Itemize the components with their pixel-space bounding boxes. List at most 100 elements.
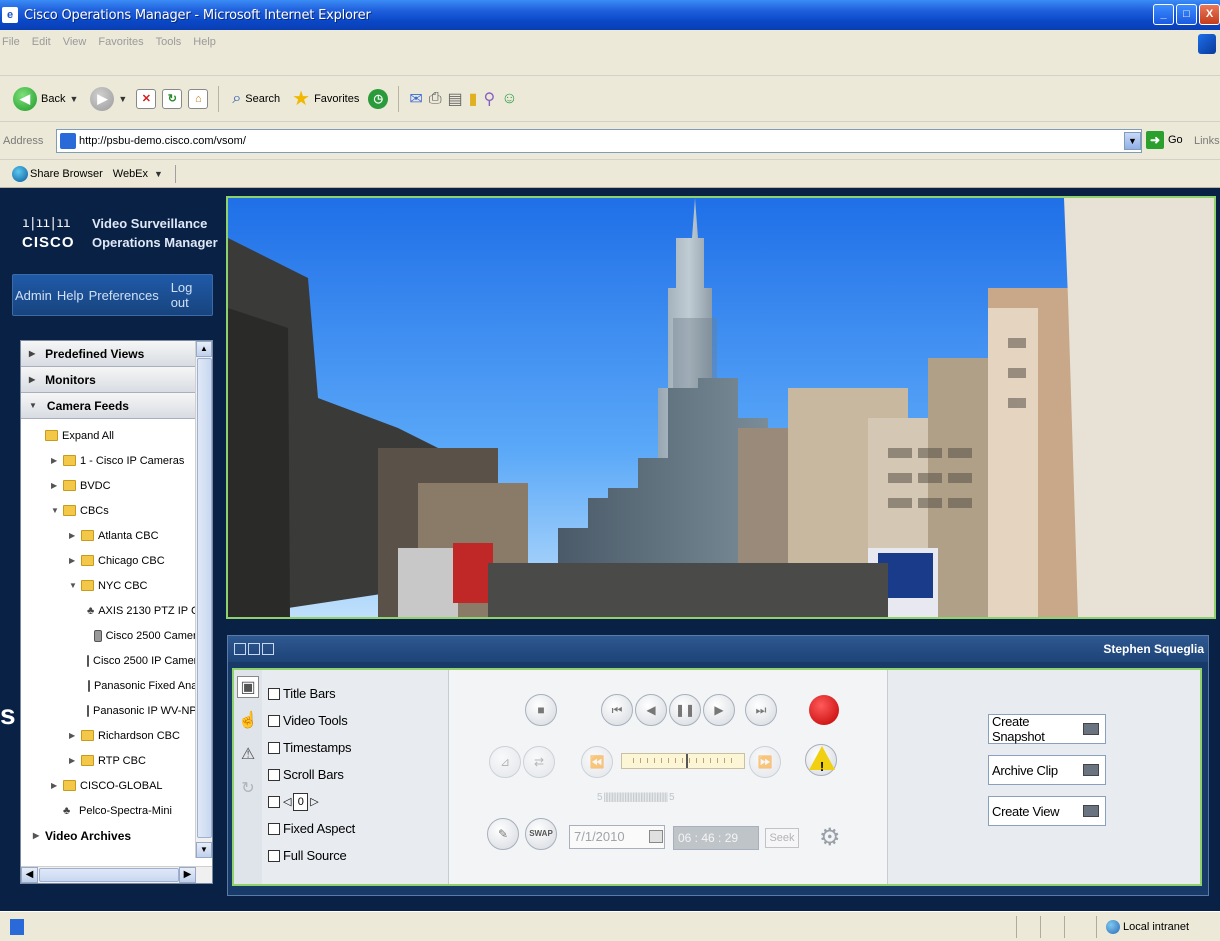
- tree-item[interactable]: ▶ BVDC: [21, 473, 212, 498]
- menu-file[interactable]: File: [2, 36, 20, 48]
- address-input[interactable]: http://psbu-demo.cisco.com/vsom/ ▼: [56, 129, 1142, 153]
- share-browser-button[interactable]: Share Browser: [30, 168, 103, 180]
- create-snapshot-button[interactable]: Create Snapshot: [988, 714, 1106, 744]
- links-button[interactable]: Links: [1194, 135, 1220, 147]
- gear-icon[interactable]: ⚙: [819, 823, 841, 852]
- mail-icon[interactable]: ✉: [409, 89, 422, 109]
- accordion-predefined-views[interactable]: ▶ Predefined Views: [21, 341, 197, 367]
- annotate-button[interactable]: ✎: [487, 818, 519, 850]
- tree-item[interactable]: ▼ NYC CBC: [21, 573, 212, 598]
- record-button[interactable]: [805, 694, 839, 726]
- rewind-button[interactable]: ⏪: [581, 746, 613, 778]
- alert-button[interactable]: !: [805, 744, 837, 776]
- tree-item[interactable]: Expand All: [21, 423, 212, 448]
- option-scroll-bars[interactable]: Scroll Bars: [268, 761, 355, 788]
- home-icon[interactable]: ⌂: [188, 88, 209, 109]
- chevron-right-icon[interactable]: ▶: [69, 731, 81, 740]
- swap-button[interactable]: SWAP: [525, 818, 557, 850]
- maximize-button[interactable]: □: [1176, 4, 1197, 25]
- checkbox[interactable]: [268, 768, 280, 781]
- sync-button[interactable]: ⊿: [489, 746, 521, 778]
- chevron-right-icon[interactable]: ▶: [33, 831, 45, 840]
- tree-item[interactable]: ▶ Chicago CBC: [21, 548, 212, 573]
- checkbox[interactable]: [268, 849, 280, 862]
- edit-icon[interactable]: ▤: [448, 89, 463, 109]
- back-button[interactable]: ◀ Back ▼: [10, 83, 81, 115]
- option-full-source[interactable]: Full Source: [268, 842, 355, 869]
- skip-forward-button[interactable]: ⏭: [745, 694, 777, 726]
- option-title-bars[interactable]: Title Bars: [268, 680, 355, 707]
- menu-view[interactable]: View: [63, 36, 87, 48]
- nav-admin[interactable]: Admin: [15, 288, 52, 303]
- favorites-button[interactable]: ★ Favorites: [289, 83, 362, 115]
- tree-item[interactable]: ▶ RTP CBC: [21, 748, 212, 773]
- tree-item[interactable]: Cisco 2500 Camera 2: [21, 623, 212, 648]
- checkbox[interactable]: [268, 714, 280, 727]
- chevron-down-icon[interactable]: ▼: [1124, 132, 1141, 150]
- layout-1-icon[interactable]: [234, 643, 246, 655]
- tree-item[interactable]: ♣ Pelco-Spectra-Mini: [21, 798, 212, 823]
- chevron-right-icon[interactable]: ▶: [51, 481, 63, 490]
- option-timestamps[interactable]: Timestamps: [268, 734, 355, 761]
- loop-button[interactable]: ⇄: [523, 746, 555, 778]
- video-viewport[interactable]: [226, 196, 1216, 619]
- scroll-left-icon[interactable]: ◀: [21, 867, 38, 883]
- jog-shuttle[interactable]: 5 ||||||||||||||||||||||||||||||||||||||…: [597, 792, 769, 806]
- menu-edit[interactable]: Edit: [32, 36, 51, 48]
- display-options-icon[interactable]: ▣: [237, 676, 259, 698]
- create-view-button[interactable]: Create View: [988, 796, 1106, 826]
- time-input[interactable]: 06 : 46 : 29: [673, 826, 759, 850]
- scroll-right-icon[interactable]: ▶: [179, 867, 196, 883]
- scroll-thumb[interactable]: [197, 358, 212, 838]
- tree-item[interactable]: ▶ 1 - Cisco IP Cameras: [21, 448, 212, 473]
- accordion-camera-feeds[interactable]: ▼ Camera Feeds: [21, 393, 197, 419]
- print-icon[interactable]: ⎙: [429, 90, 442, 108]
- option-fixed-aspect[interactable]: Fixed Aspect: [268, 815, 355, 842]
- chevron-right-icon[interactable]: ▶: [51, 781, 63, 790]
- history-icon[interactable]: ◷: [368, 88, 389, 109]
- checkbox[interactable]: [268, 741, 280, 754]
- vertical-scrollbar[interactable]: ▲ ▼: [195, 341, 212, 858]
- tree-item[interactable]: Panasonic Fixed Analog: [21, 673, 212, 698]
- minimize-button[interactable]: _: [1153, 4, 1174, 25]
- tree-item[interactable]: ▼ CBCs: [21, 498, 212, 523]
- checkbox[interactable]: [268, 687, 280, 700]
- step-back-button[interactable]: ◀: [635, 694, 667, 726]
- spinner-value[interactable]: 0: [293, 792, 309, 811]
- checkbox[interactable]: [268, 822, 280, 835]
- research-icon[interactable]: ⚲: [483, 89, 495, 109]
- nav-logout[interactable]: Log out: [171, 280, 212, 310]
- tree-item[interactable]: ▶ Atlanta CBC: [21, 523, 212, 548]
- pause-button[interactable]: ❚❚: [669, 694, 701, 726]
- calendar-icon[interactable]: [649, 830, 663, 843]
- close-button[interactable]: X: [1199, 4, 1220, 25]
- layout-selector[interactable]: [234, 643, 274, 655]
- horizontal-scrollbar[interactable]: ◀ ▶: [21, 866, 212, 883]
- notes-icon[interactable]: ▮: [469, 89, 478, 109]
- increment-icon[interactable]: ▷: [310, 795, 318, 808]
- menu-favorites[interactable]: Favorites: [98, 36, 143, 48]
- ptz-control-icon[interactable]: ☝: [237, 710, 259, 732]
- play-button[interactable]: ▶: [703, 694, 735, 726]
- chevron-right-icon[interactable]: ▶: [69, 556, 81, 565]
- scroll-down-icon[interactable]: ▼: [196, 842, 212, 858]
- layout-3-icon[interactable]: [262, 643, 274, 655]
- chevron-right-icon[interactable]: ▶: [69, 531, 81, 540]
- tree-item[interactable]: Cisco 2500 IP Camera 1: [21, 648, 212, 673]
- chevron-down-icon[interactable]: ▼: [154, 169, 163, 179]
- tree-item[interactable]: ▶ Richardson CBC: [21, 723, 212, 748]
- option-spinner[interactable]: ◁ 0 ▷: [268, 788, 355, 815]
- messenger-icon[interactable]: ☺: [501, 90, 517, 108]
- tree-item[interactable]: Panasonic IP WV-NP244: [21, 698, 212, 723]
- seek-button[interactable]: Seek: [765, 828, 799, 848]
- accordion-monitors[interactable]: ▶ Monitors: [21, 367, 197, 393]
- chevron-right-icon[interactable]: ▶: [51, 456, 63, 465]
- nav-help[interactable]: Help: [57, 288, 84, 303]
- stop-button[interactable]: ■: [525, 694, 557, 726]
- checkbox[interactable]: [268, 795, 280, 808]
- tree-item[interactable]: ▶ Video Archives: [21, 823, 212, 848]
- nav-preferences[interactable]: Preferences: [89, 288, 159, 303]
- playback-speed-slider[interactable]: ı ı ı ı ı ı ı ı ı ı ı ı ı ı ı: [621, 753, 745, 769]
- archive-clip-button[interactable]: Archive Clip: [988, 755, 1106, 785]
- option-video-tools[interactable]: Video Tools: [268, 707, 355, 734]
